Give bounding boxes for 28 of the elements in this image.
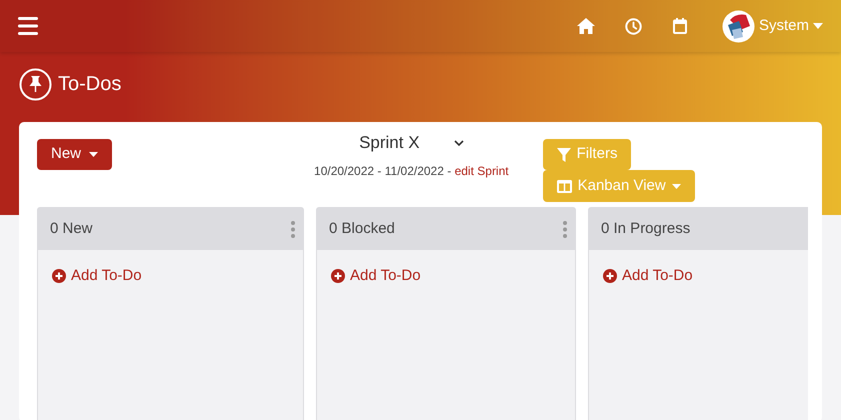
add-todo-link[interactable]: Add To-Do <box>331 265 421 288</box>
page-title: To-Dos <box>58 72 122 97</box>
new-button[interactable]: New <box>37 139 112 170</box>
columns-icon <box>556 180 572 192</box>
menu-icon[interactable] <box>18 17 38 35</box>
kebab-menu-icon[interactable] <box>563 220 567 238</box>
plus-circle-icon <box>331 269 345 284</box>
sprint-select[interactable]: Sprint X <box>359 131 464 155</box>
add-todo-link[interactable]: Add To-Do <box>603 265 693 288</box>
plus-circle-icon <box>603 269 617 284</box>
edit-sprint-link[interactable]: edit Sprint <box>454 164 509 178</box>
caret-icon <box>89 152 98 157</box>
caret-icon <box>672 184 681 188</box>
filter-icon <box>556 148 571 162</box>
pushpin-icon <box>19 68 52 100</box>
calendar-icon[interactable] <box>672 18 687 34</box>
plus-circle-icon <box>52 269 66 284</box>
column-title: 0 New <box>50 218 93 239</box>
kebab-menu-icon[interactable] <box>291 220 295 238</box>
sprint-dates: 10/20/2022 - 11/02/2022 - <box>314 164 452 178</box>
add-todo-link[interactable]: Add To-Do <box>52 265 142 288</box>
column-title: 0 Blocked <box>329 218 395 239</box>
home-icon[interactable] <box>576 18 595 34</box>
clock-icon[interactable] <box>624 18 642 34</box>
column-title: 0 In Progress <box>601 218 690 239</box>
caret-icon <box>813 23 823 29</box>
chevron-down-icon <box>454 140 464 146</box>
avatar-icon[interactable] <box>722 10 755 42</box>
